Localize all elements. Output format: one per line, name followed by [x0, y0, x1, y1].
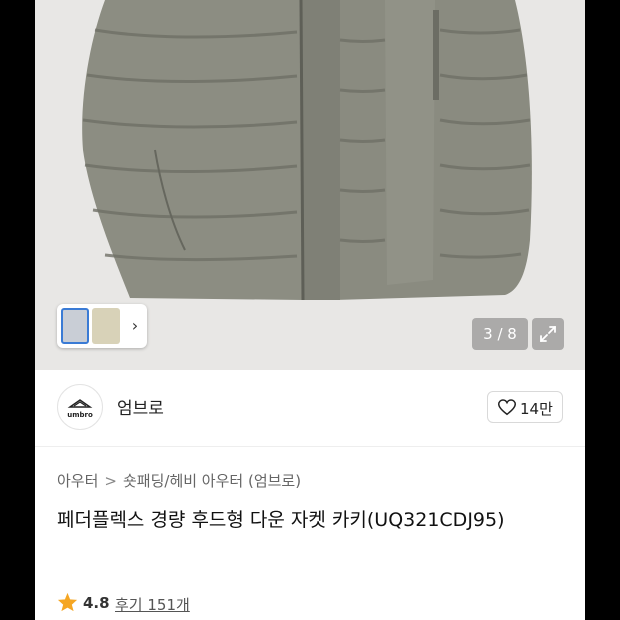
- breadcrumb-subcategory[interactable]: 숏패딩/헤비 아우터 (엄브로): [123, 472, 301, 490]
- product-screen: › 3 / 8 umbro 엄브로 14만 아우터 > 숏패딩/헤비 아우터 (…: [35, 0, 585, 620]
- reviews-link[interactable]: 후기 151개: [115, 594, 190, 615]
- thumbnail[interactable]: [92, 308, 120, 344]
- breadcrumb-category[interactable]: 아우터: [57, 472, 98, 490]
- like-count: 14만: [520, 400, 553, 418]
- thumbnail-strip[interactable]: ›: [57, 304, 147, 348]
- expand-icon: [540, 326, 556, 342]
- star-icon: [57, 592, 78, 612]
- brand-row[interactable]: umbro 엄브로 14만: [35, 370, 585, 447]
- product-image-gallery[interactable]: › 3 / 8: [35, 0, 585, 370]
- rating-value: 4.8: [83, 594, 110, 612]
- image-counter: 3 / 8: [472, 318, 528, 350]
- product-title: 페더플렉스 경량 후드형 다운 자켓 카키(UQ321CDJ95): [57, 509, 505, 531]
- umbro-diamond-icon: [67, 399, 93, 408]
- chevron-right-icon[interactable]: ›: [127, 314, 143, 338]
- expand-button[interactable]: [532, 318, 564, 350]
- heart-icon: [498, 399, 516, 416]
- breadcrumb: 아우터 > 숏패딩/헤비 아우터 (엄브로): [57, 470, 301, 491]
- breadcrumb-separator: >: [104, 472, 117, 490]
- brand-name[interactable]: 엄브로: [117, 394, 164, 419]
- like-button[interactable]: 14만: [487, 391, 563, 423]
- brand-logo-text: umbro: [67, 411, 93, 419]
- brand-logo[interactable]: umbro: [57, 384, 103, 430]
- thumbnail-active[interactable]: [61, 308, 89, 344]
